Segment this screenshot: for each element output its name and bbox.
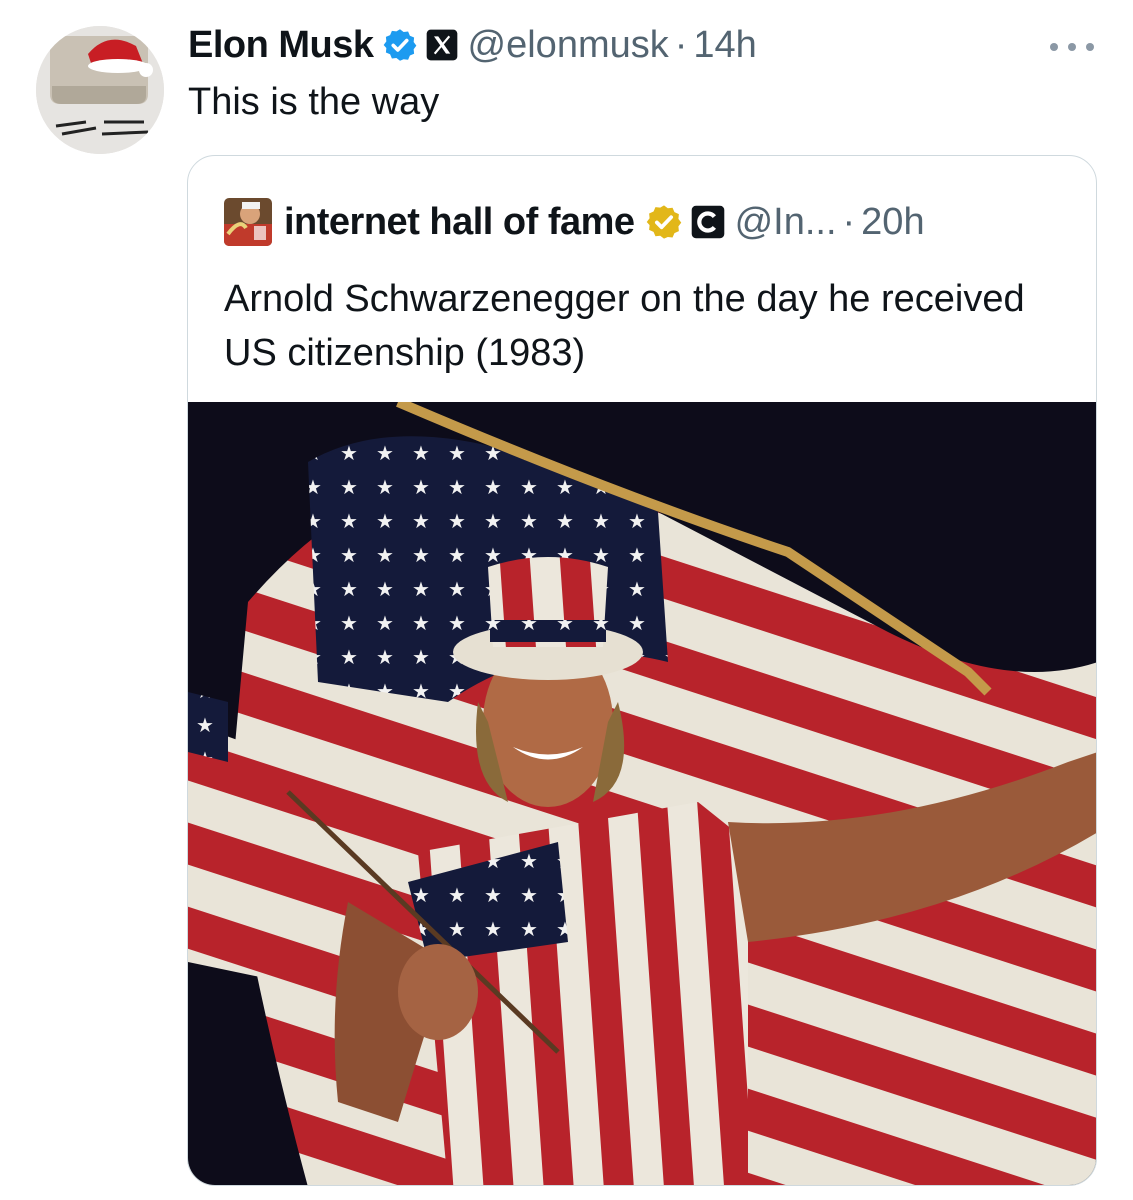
santa-hat-avatar-icon [36, 26, 164, 154]
quoted-author-handle[interactable]: @In... [735, 201, 837, 244]
quoted-tweet-header: internet hall of fame @In... · 20h [224, 196, 925, 248]
tweet-header: Elon Musk @elonmusk · 14h [188, 20, 757, 70]
more-dot [1068, 43, 1076, 51]
quoted-avatar-image [224, 198, 272, 246]
author-handle[interactable]: @elonmusk [468, 24, 669, 67]
more-dot [1086, 43, 1094, 51]
tweet-time[interactable]: 14h [693, 24, 756, 67]
quoted-tweet-text: Arnold Schwarzenegger on the day he rece… [224, 278, 1025, 374]
separator-dot: · [674, 23, 688, 66]
man-in-flag-outfit-photo[interactable]: ★ [188, 402, 1097, 1186]
tweet-text: This is the way [188, 81, 440, 123]
quoted-author-name[interactable]: internet hall of fame [284, 201, 635, 244]
quoted-tweet-time[interactable]: 20h [861, 201, 924, 244]
blue-verified-badge-icon[interactable] [382, 27, 418, 63]
more-dots-icon[interactable] [1050, 40, 1094, 54]
gold-verified-badge-icon[interactable] [645, 203, 683, 241]
author-avatar[interactable] [36, 26, 164, 154]
quoted-tweet-card[interactable]: internet hall of fame @In... · 20h Arnol… [187, 155, 1097, 1186]
c-logo-icon[interactable] [691, 205, 725, 239]
quoted-author-avatar[interactable] [224, 198, 272, 246]
x-logo-icon[interactable] [426, 29, 458, 61]
separator-dot: · [842, 200, 856, 243]
author-name[interactable]: Elon Musk [188, 24, 374, 67]
more-dot [1050, 43, 1058, 51]
